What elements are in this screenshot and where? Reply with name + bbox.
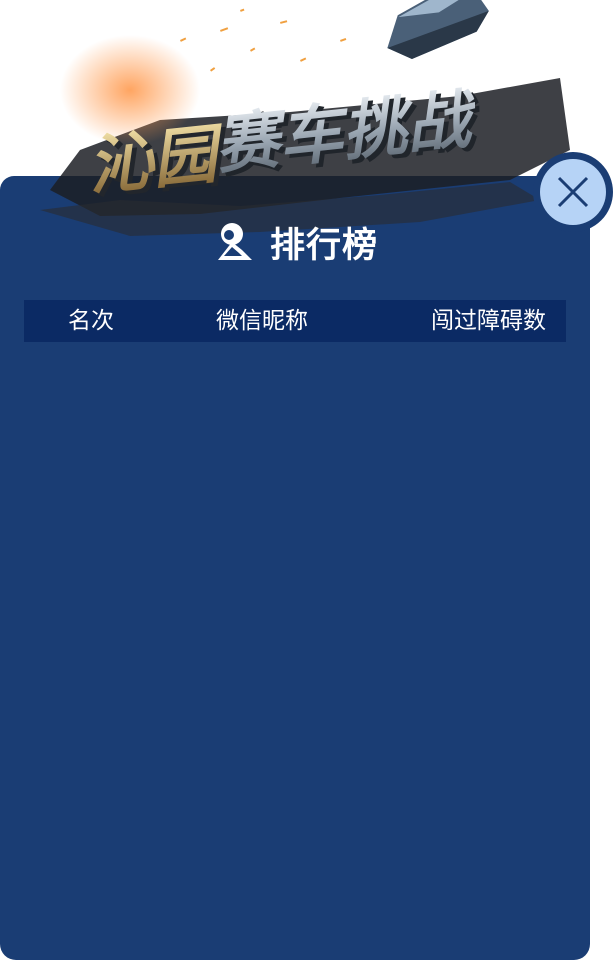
- leaderboard-modal: 沁园 沁园 赛车挑战 赛车挑战 排行榜 名次 微信昵称 闯过障碍数: [0, 0, 614, 960]
- leaderboard-title-text: 排行榜: [269, 225, 378, 266]
- leaderboard-title: 排行榜: [0, 218, 590, 266]
- close-icon: [557, 176, 589, 208]
- column-header-rank: 名次: [68, 308, 114, 334]
- leaderboard-table-body: [24, 342, 566, 922]
- column-header-nickname: 微信昵称: [216, 308, 308, 334]
- trophy-icon: [217, 223, 252, 260]
- column-header-obstacles: 闯过障碍数: [431, 308, 546, 334]
- svg-text:赛车挑战: 赛车挑战: [211, 83, 480, 184]
- svg-text:赛车挑战: 赛车挑战: [216, 86, 485, 187]
- leaderboard-table-header: 名次 微信昵称 闯过障碍数: [24, 300, 566, 342]
